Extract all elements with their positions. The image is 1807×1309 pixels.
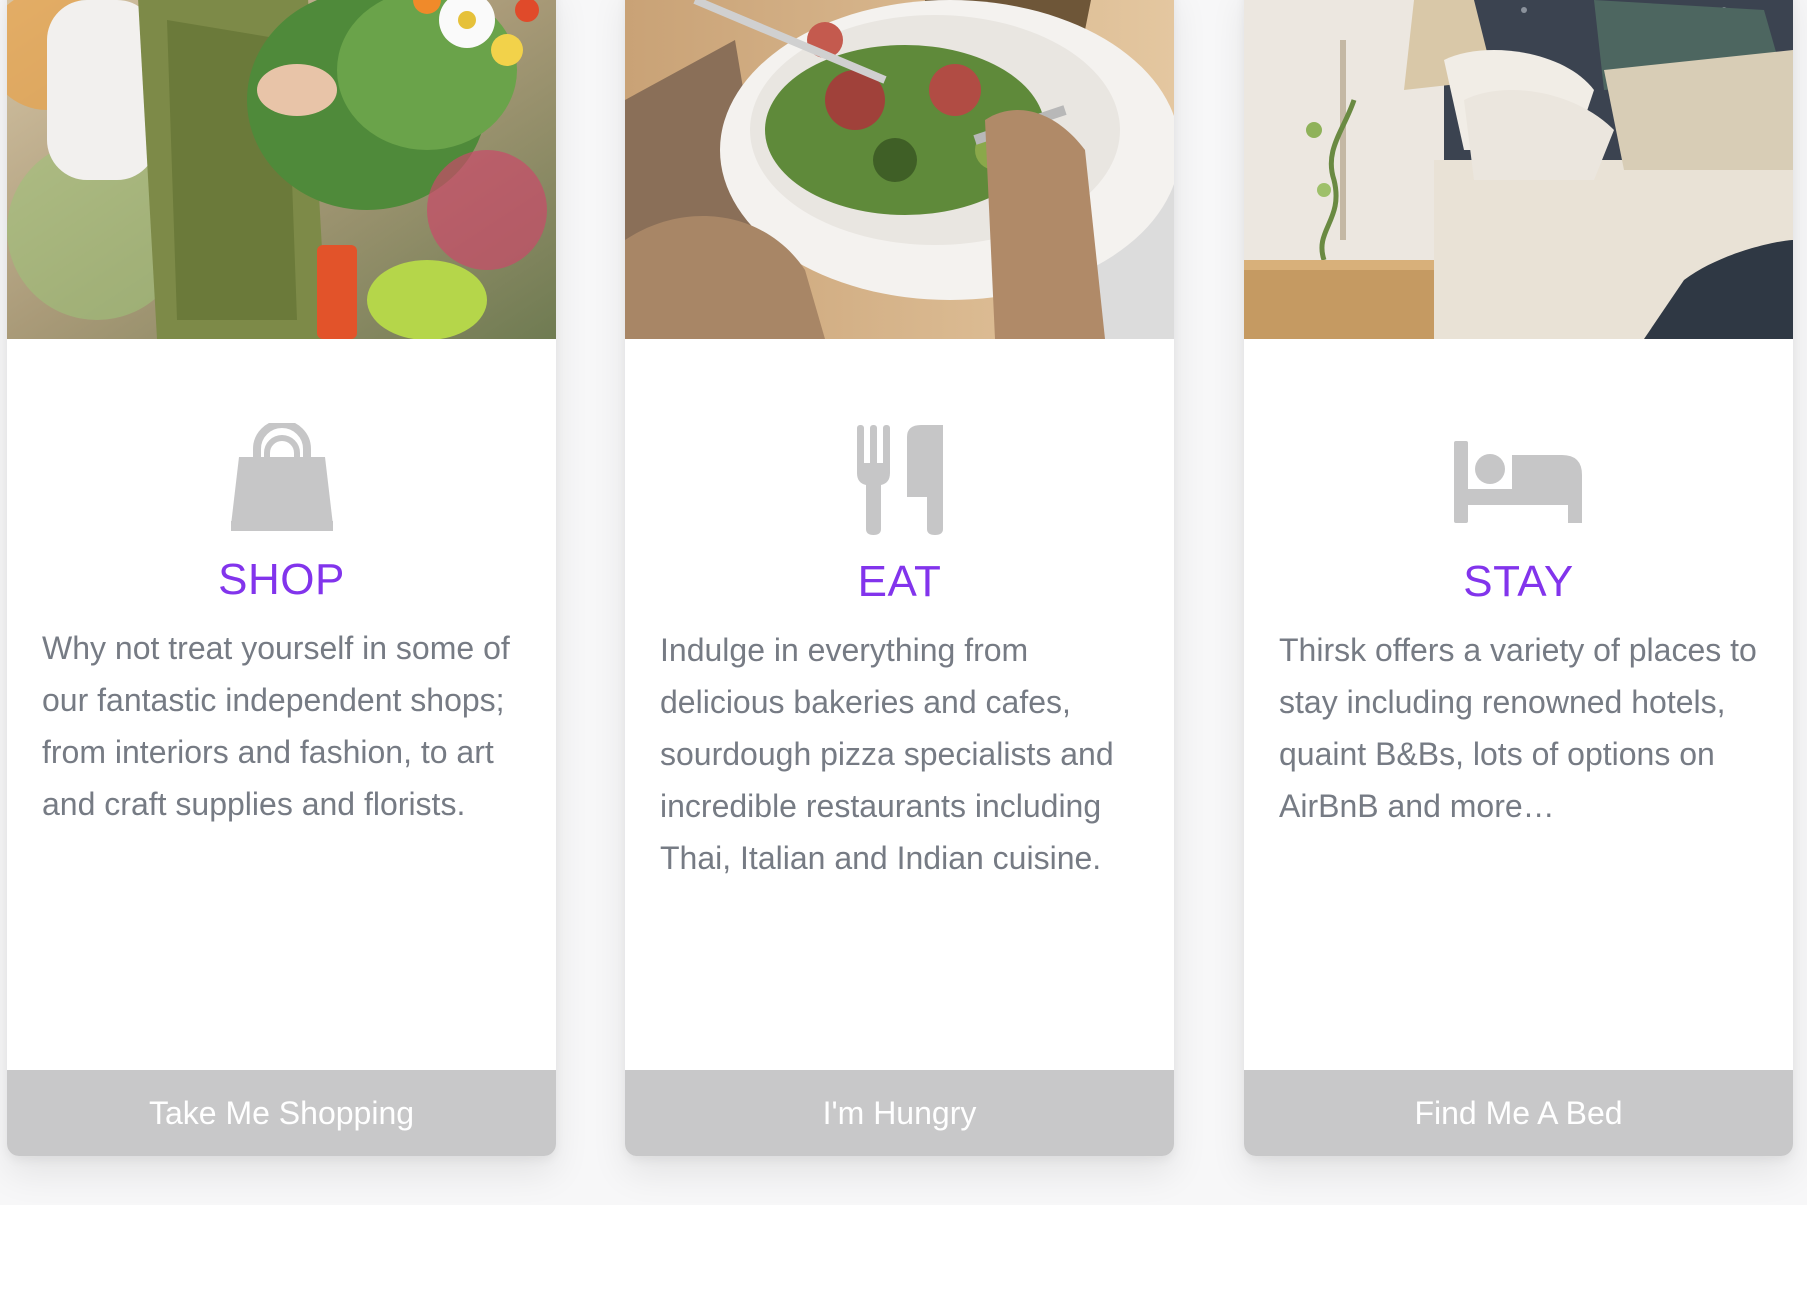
shopping-bag-icon	[7, 423, 556, 533]
find-me-a-bed-button[interactable]: Find Me A Bed	[1244, 1070, 1793, 1156]
card-title: SHOP	[218, 555, 345, 604]
eat-card: EAT Indulge in everything from delicious…	[625, 0, 1174, 1156]
take-me-shopping-button[interactable]: Take Me Shopping	[7, 1070, 556, 1156]
stay-card: STAY Thirsk offers a variety of places t…	[1244, 0, 1793, 1156]
card-title: EAT	[857, 557, 942, 606]
card-description: Thirsk offers a variety of places to sta…	[1279, 632, 1757, 824]
bed-icon	[1244, 441, 1793, 523]
card-title: STAY	[1463, 557, 1574, 606]
shop-card: SHOP Why not treat yourself in some of o…	[7, 0, 556, 1156]
fork-knife-icon	[625, 425, 1174, 537]
bedroom-bedside-lamp-photo	[1244, 0, 1793, 339]
salad-plate-dining-photo	[625, 0, 1174, 339]
im-hungry-button[interactable]: I'm Hungry	[625, 1070, 1174, 1156]
card-description: Why not treat yourself in some of our fa…	[42, 630, 510, 822]
card-description: Indulge in everything from delicious bak…	[660, 632, 1114, 876]
page: SHOP Why not treat yourself in some of o…	[0, 0, 1807, 1309]
florist-arranging-bouquet-photo	[7, 0, 556, 339]
